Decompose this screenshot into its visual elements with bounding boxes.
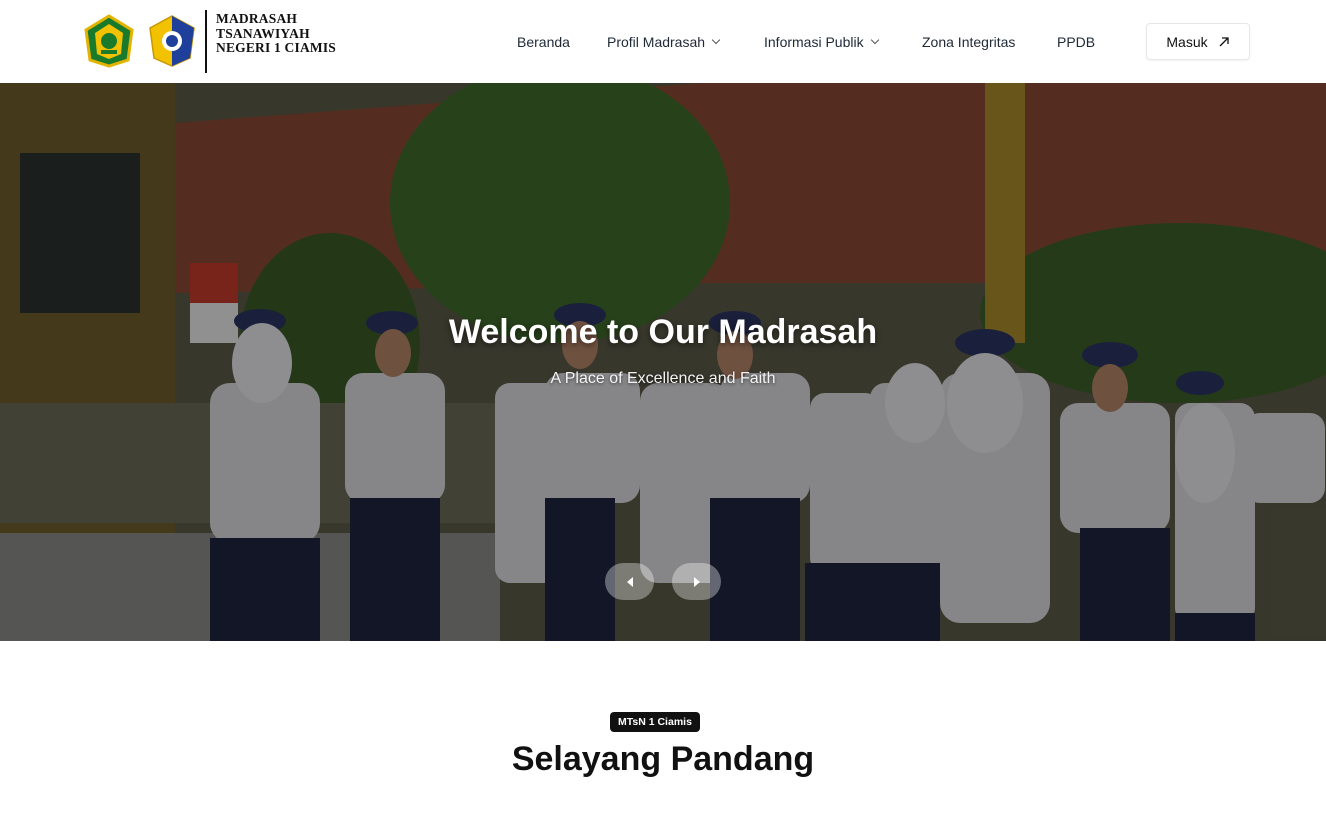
hero-overlay <box>0 83 1326 641</box>
nav-label: Zona Integritas <box>922 34 1016 50</box>
nav-label: Beranda <box>517 34 570 50</box>
nav-item-informasi-publik[interactable]: Informasi Publik <box>764 34 879 50</box>
nav-item-profil-madrasah[interactable]: Profil Madrasah <box>607 34 721 50</box>
nav-item-beranda[interactable]: Beranda <box>517 34 570 50</box>
hero-title: Welcome to Our Madrasah <box>448 313 878 351</box>
hero-carousel: Welcome to Our Madrasah A Place of Excel… <box>0 83 1326 641</box>
kemenag-logo[interactable] <box>82 14 136 68</box>
carousel-prev-button[interactable] <box>605 563 654 600</box>
arrow-up-right-icon <box>1219 36 1229 46</box>
hero-subtitle: A Place of Excellence and Faith <box>550 370 776 387</box>
section-title: Selayang Pandang <box>511 740 815 778</box>
brand-line-3: NEGERI 1 CIAMIS <box>216 40 337 55</box>
brand-name[interactable]: MADRASAH TSANAWIYAH NEGERI 1 CIAMIS <box>216 11 337 56</box>
carousel-next-button[interactable] <box>672 563 721 600</box>
chevron-down-icon <box>711 35 721 45</box>
chevron-down-icon <box>870 35 879 45</box>
nav-item-zona-integritas[interactable]: Zona Integritas <box>922 34 1015 50</box>
brand-divider <box>205 10 207 73</box>
site-header: MADRASAH TSANAWIYAH NEGERI 1 CIAMIS Bera… <box>0 0 1326 83</box>
chevron-right-icon <box>693 576 700 587</box>
nav-item-ppdb[interactable]: PPDB <box>1057 34 1095 50</box>
nav-label: Informasi Publik <box>764 34 864 50</box>
brand-line-2: TSANAWIYAH <box>216 25 310 41</box>
brand-line-1: MADRASAH <box>216 11 298 26</box>
nav-label: Profil Madrasah <box>607 34 706 50</box>
login-button[interactable]: Masuk <box>1146 23 1250 60</box>
nav-label: PPDB <box>1057 34 1096 50</box>
chevron-left-icon <box>626 576 633 587</box>
madrasah-crest-logo[interactable] <box>146 14 198 68</box>
login-label: Masuk <box>1166 33 1208 50</box>
section-badge: MTsN 1 Ciamis <box>610 712 700 732</box>
